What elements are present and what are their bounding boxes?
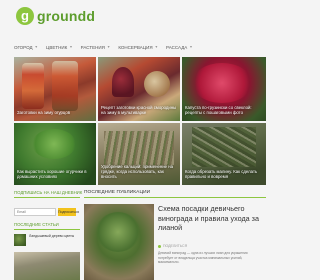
email-field[interactable] bbox=[14, 208, 56, 216]
logo-text: groundd bbox=[37, 8, 96, 24]
latest-heading: ПОСЛЕДНИЕ ПУБЛИКАЦИИ bbox=[84, 190, 266, 198]
recent-articles-heading: ПОСЛЕДНИЕ СТАТЬИ bbox=[14, 222, 80, 230]
chevron-down-icon: ▼ bbox=[154, 45, 159, 49]
post-image[interactable] bbox=[84, 204, 154, 280]
chevron-down-icon: ▼ bbox=[34, 45, 39, 49]
nav-item-label: РАСТЕНИЯ bbox=[80, 44, 105, 50]
main-nav: ОГОРОД ▼ ЦВЕТНИК ▼ РАСТЕНИЯ ▼ КОНСЕРВАЦИЯ ▼ … bbox=[14, 41, 266, 53]
chevron-down-icon: ▼ bbox=[106, 45, 111, 49]
featured-tile[interactable]: Заготовки на зиму огурцов bbox=[14, 57, 96, 121]
subscribe-button[interactable]: Подписаться bbox=[58, 208, 79, 216]
tile-caption: Удобрение кальций: применение на грядке,… bbox=[101, 164, 173, 179]
nav-item-label: ЦВЕТНИК bbox=[46, 44, 68, 50]
tile-caption: Капуста по-грузински со свеклой: рецепты… bbox=[185, 105, 252, 115]
featured-tile[interactable]: Удобрение кальций: применение на грядке,… bbox=[98, 123, 180, 185]
nav-item-preserving[interactable]: КОНСЕРВАЦИЯ ▼ bbox=[118, 45, 158, 50]
tile-caption: Заготовки на зиму огурцов bbox=[17, 110, 71, 115]
nav-item-flowerbed[interactable]: ЦВЕТНИК ▼ bbox=[46, 45, 73, 50]
nav-item-plants[interactable]: РАСТЕНИЯ ▼ bbox=[81, 45, 111, 50]
tile-caption: Когда обрезать малину. Как сделать прави… bbox=[185, 169, 258, 179]
chevron-down-icon: ▼ bbox=[69, 45, 73, 49]
nav-item-label: РАССАДА bbox=[166, 44, 188, 50]
nav-item-label: ОГОРОД bbox=[14, 44, 33, 50]
subscribe-form: Подписаться bbox=[14, 208, 80, 216]
sidebar-post[interactable]: Ландышевый дерево цветы bbox=[14, 234, 80, 246]
featured-tile[interactable]: Рецепт заготовки красной смородины на зи… bbox=[98, 57, 180, 121]
sidebar-post-thumbnail bbox=[14, 234, 26, 246]
featured-tile[interactable]: Когда обрезать малину. Как сделать прави… bbox=[182, 123, 266, 185]
share-icon bbox=[158, 244, 161, 248]
featured-tile[interactable]: Капуста по-грузински со свеклой: рецепты… bbox=[182, 57, 266, 121]
nav-item-garden[interactable]: ОГОРОД ▼ bbox=[14, 45, 38, 50]
featured-tile[interactable]: Как вырастить хорошие огурчики в домашни… bbox=[14, 123, 96, 185]
nav-item-seedlings[interactable]: РАССАДА ▼ bbox=[166, 45, 193, 50]
site-header: g groundd bbox=[0, 0, 280, 36]
post-meta-label: ПОДЕЛИТЬСЯ bbox=[163, 244, 188, 248]
latest-post: Схема посадки девичьего винограда и прав… bbox=[84, 204, 266, 280]
sidebar: ПОДПИШИСЬ НА НАШ ДНЕВНИК Подписаться ПОС… bbox=[14, 190, 82, 280]
featured-grid: Заготовки на зиму огурцов Рецепт заготов… bbox=[14, 57, 266, 185]
post-excerpt: Девичий виноград — одна из лучших лиан д… bbox=[158, 251, 248, 264]
logo-mark: g bbox=[16, 7, 34, 25]
chevron-down-icon: ▼ bbox=[189, 45, 193, 49]
post-title[interactable]: Схема посадки девичьего винограда и прав… bbox=[158, 204, 266, 233]
latest-section: ПОСЛЕДНИЕ ПУБЛИКАЦИИ Схема посадки девич… bbox=[84, 190, 266, 280]
post-meta: ПОДЕЛИТЬСЯ bbox=[158, 244, 187, 248]
site-logo[interactable]: g groundd bbox=[16, 7, 95, 25]
tile-caption: Как вырастить хорошие огурчики в домашни… bbox=[17, 169, 87, 179]
sidebar-post-title: Ландышевый дерево цветы bbox=[29, 234, 75, 238]
nav-item-label: КОНСЕРВАЦИЯ bbox=[118, 44, 153, 50]
subscribe-heading: ПОДПИШИСЬ НА НАШ ДНЕВНИК bbox=[14, 190, 82, 198]
sidebar-image bbox=[14, 252, 80, 280]
tile-caption: Рецепт заготовки красной смородины на зи… bbox=[101, 105, 177, 115]
